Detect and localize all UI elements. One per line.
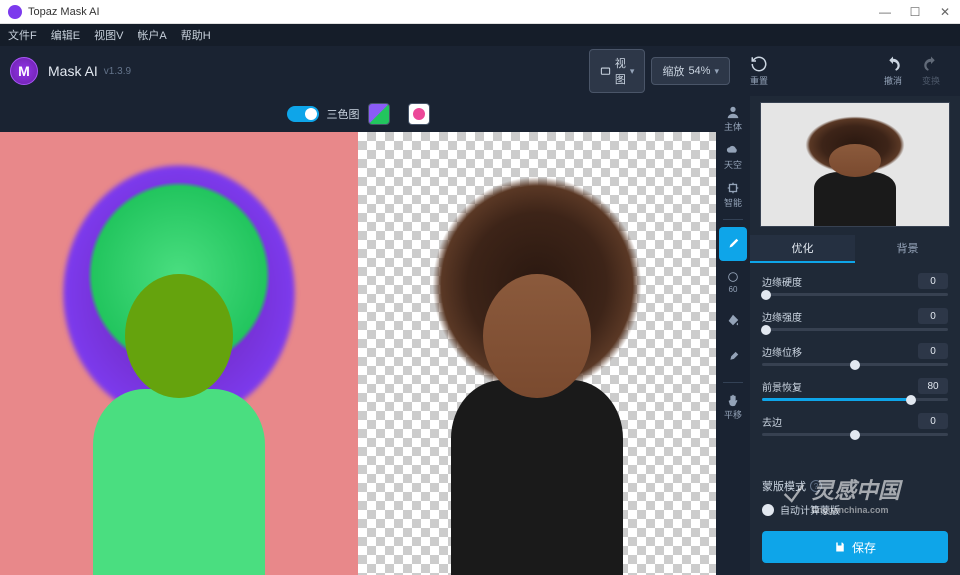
reset-icon <box>750 55 768 73</box>
tool-pan[interactable]: 平移 <box>719 390 747 424</box>
save-button[interactable]: 保存 <box>762 531 948 563</box>
brush-icon <box>726 237 740 251</box>
chip-icon <box>726 181 740 195</box>
app-toolbar: M Mask AI v1.3.9 视图 ▾ 缩放 54% ▾ 重置 <box>0 46 960 96</box>
chevron-down-icon: ▾ <box>630 66 635 77</box>
help-icon[interactable]: ? <box>810 480 822 492</box>
side-panel: 优化 背景 边缘硬度0 边缘强度0 边缘位移0 <box>750 96 960 575</box>
menu-edit[interactable]: 编辑E <box>51 27 80 43</box>
person-icon <box>726 105 740 119</box>
radio-icon <box>762 504 774 516</box>
canvas-area: 三色图 <box>0 96 716 575</box>
zoom-value: 54% <box>688 65 710 77</box>
trimap-keep-body <box>93 389 265 575</box>
slider-edge-shift[interactable]: 边缘位移0 <box>762 343 948 366</box>
trimap-keep-face <box>125 274 232 398</box>
canvas-toolbar: 三色图 <box>0 96 716 132</box>
minimize-button[interactable]: — <box>878 5 892 19</box>
tab-background[interactable]: 背景 <box>855 235 960 263</box>
slider-edge-hardness[interactable]: 边缘硬度0 <box>762 273 948 296</box>
menu-account[interactable]: 帐户A <box>137 27 166 43</box>
slider-defringe[interactable]: 去边0 <box>762 413 948 436</box>
zoom-dropdown[interactable]: 缩放 54% ▾ <box>651 57 730 85</box>
eyedropper-icon <box>726 351 740 365</box>
maximize-button[interactable]: ☐ <box>908 5 922 19</box>
color-mode-button[interactable] <box>368 103 390 125</box>
result-body <box>451 380 623 575</box>
mask-dot-icon <box>413 108 425 120</box>
canvas-result[interactable] <box>358 132 716 575</box>
mask-mode-button[interactable] <box>408 103 430 125</box>
slider-edge-strength[interactable]: 边缘强度0 <box>762 308 948 331</box>
tool-smart[interactable]: 智能 <box>719 178 747 212</box>
slider-fg-recovery[interactable]: 前景恢复80 <box>762 378 948 401</box>
preview-thumbnail[interactable] <box>760 102 950 227</box>
app-logo: M <box>10 57 38 85</box>
menu-file[interactable]: 文件F <box>8 27 37 43</box>
zoom-label: 缩放 <box>662 63 684 79</box>
window-title: Topaz Mask AI <box>28 6 878 18</box>
app-version: v1.3.9 <box>104 66 131 77</box>
view-label: 视图 <box>615 55 626 87</box>
trimap-toggle[interactable] <box>287 106 319 122</box>
mask-mode-label: 蒙版模式 <box>762 478 806 494</box>
circle-icon <box>726 270 740 284</box>
tab-refine[interactable]: 优化 <box>750 235 855 263</box>
tool-picker[interactable] <box>719 341 747 375</box>
menu-help[interactable]: 帮助H <box>181 27 211 43</box>
canvas-trimap[interactable] <box>0 132 358 575</box>
app-icon <box>8 5 22 19</box>
cloud-icon <box>726 143 740 157</box>
save-icon <box>834 541 846 553</box>
hand-icon <box>726 393 740 407</box>
chevron-down-icon: ▾ <box>714 66 719 77</box>
menu-view[interactable]: 视图V <box>94 27 123 43</box>
redo-icon <box>922 55 940 73</box>
display-icon <box>600 66 611 77</box>
panel-tabs: 优化 背景 <box>750 235 960 263</box>
tool-subject[interactable]: 主体 <box>719 102 747 136</box>
view-dropdown[interactable]: 视图 ▾ <box>589 49 646 93</box>
auto-mask-checkbox[interactable]: 自动计算蒙版 <box>762 502 948 517</box>
redo-button[interactable]: 变换 <box>922 55 940 87</box>
undo-button[interactable]: 撤消 <box>884 55 902 87</box>
brush-size-display[interactable]: 60 <box>719 265 747 299</box>
reset-button[interactable]: 重置 <box>750 55 768 87</box>
close-button[interactable]: ✕ <box>938 5 952 19</box>
menu-bar: 文件F 编辑E 视图V 帐户A 帮助H <box>0 24 960 46</box>
tool-sky[interactable]: 天空 <box>719 140 747 174</box>
mask-mode-section: 蒙版模式? 自动计算蒙版 <box>750 468 960 521</box>
tool-fill[interactable] <box>719 303 747 337</box>
window-titlebar: Topaz Mask AI — ☐ ✕ <box>0 0 960 24</box>
app-name: Mask AI <box>48 63 98 79</box>
tool-strip: 主体 天空 智能 60 <box>716 96 750 575</box>
undo-icon <box>884 55 902 73</box>
tool-brush[interactable] <box>719 227 747 261</box>
result-face <box>483 274 590 398</box>
trimap-label: 三色图 <box>327 106 360 122</box>
bucket-icon <box>726 313 740 327</box>
